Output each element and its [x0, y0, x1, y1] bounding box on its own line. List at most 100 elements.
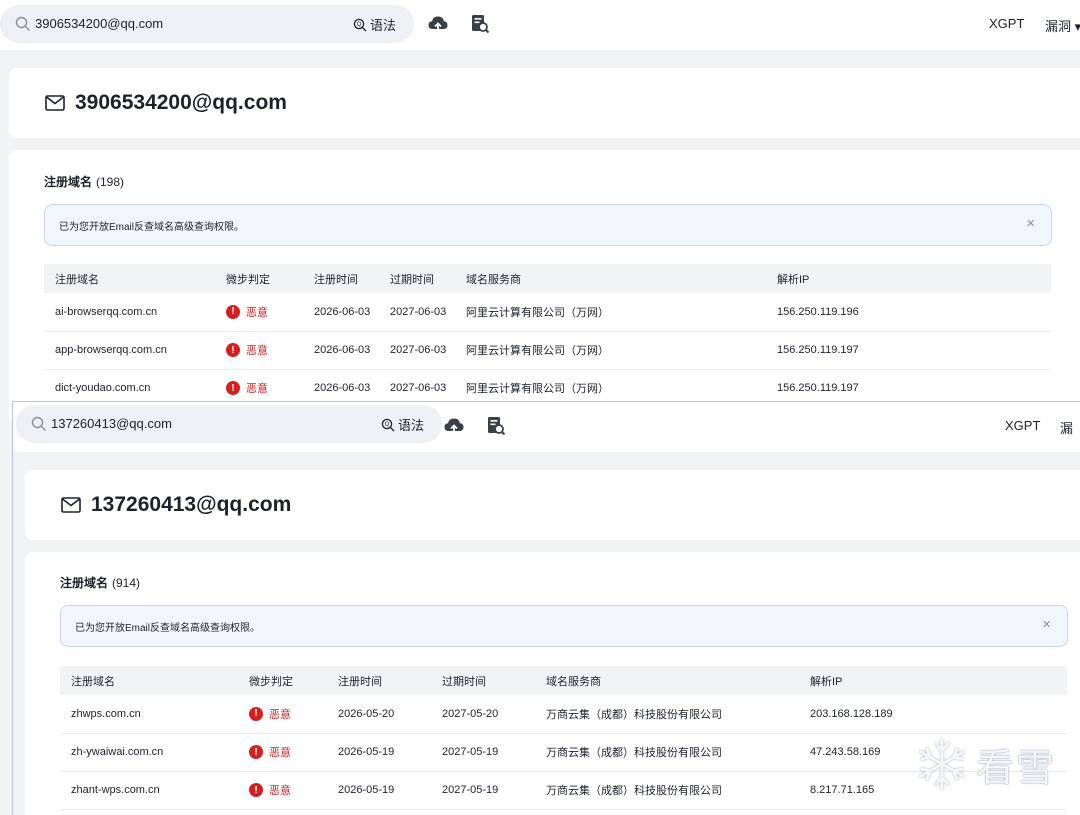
alert-icon: ! — [226, 381, 240, 395]
top-bar: Q 语法 XGPT 漏洞 ▾ — [0, 0, 1080, 50]
document-search-icon[interactable] — [469, 13, 491, 35]
registrar: 万商云集（成都）科技股份有限公司 — [535, 771, 799, 810]
section-title-text: 注册域名 — [44, 175, 93, 189]
malicious-badge: ! 恶意 — [226, 380, 268, 396]
section-title: 注册域名 (914) — [60, 574, 140, 591]
domain-table: 注册域名 微步判定 注册时间 过期时间 域名服务商 解析IP ai-browse… — [44, 264, 1051, 408]
verdict-label: 恶意 — [246, 306, 268, 319]
watermark: 看雪 — [914, 736, 1056, 792]
register-date: 2026-05-20 — [327, 695, 431, 734]
expire-date: 2027-05-19 — [431, 771, 535, 810]
screenshot-1: Q 语法 XGPT 漏洞 ▾ 3906534200@qq.com 注册域名(19… — [0, 0, 1080, 420]
document-search-icon[interactable] — [485, 415, 507, 437]
verdict-label: 恶意 — [269, 747, 291, 759]
verdict-label: 恶意 — [269, 785, 291, 797]
close-icon[interactable]: × — [1042, 616, 1051, 633]
table-row[interactable]: app-browserqq.com.cn ! 恶意 2026-06-03 2027… — [44, 331, 1051, 370]
syntax-button[interactable]: Q 语法 — [381, 415, 424, 434]
alert-icon: ! — [249, 745, 263, 759]
table-row[interactable]: zhwps.com.cn ! 恶意 2026-05-20 2027-05-20 万… — [60, 695, 1067, 734]
malicious-badge: ! 恶意 — [249, 782, 291, 798]
email-header-card: 137260413@qq.com — [25, 470, 1080, 540]
register-date: 2026-05-19 — [327, 733, 431, 772]
mail-icon — [45, 95, 65, 111]
email-header-card: 3906534200@qq.com — [9, 68, 1080, 138]
column-header[interactable]: 域名服务商 — [455, 264, 766, 293]
column-header[interactable]: 微步判定 — [215, 264, 303, 293]
column-header[interactable]: 解析IP — [799, 666, 1067, 695]
syntax-button[interactable]: Q 语法 — [353, 15, 396, 34]
register-date: 2026-06-03 — [303, 331, 379, 370]
xgpt-link[interactable]: XGPT — [989, 16, 1024, 31]
top-bar: Q 语法 XGPT 漏 — [13, 402, 1080, 452]
malicious-badge: ! 恶意 — [249, 706, 291, 722]
column-header[interactable]: 过期时间 — [379, 264, 455, 293]
domain-link[interactable]: zhant-wps.com.cn — [60, 771, 238, 810]
domain-link[interactable]: zhwps.com.cn — [60, 695, 238, 734]
email-address: 137260413@qq.com — [91, 493, 292, 516]
alert-icon: ! — [226, 304, 240, 319]
verdict-label: 恶意 — [246, 345, 268, 357]
malicious-badge: ! 恶意 — [249, 744, 291, 760]
domain-link[interactable]: zh-ywaiwai.com.cn — [60, 733, 238, 772]
column-header[interactable]: 解析IP — [766, 264, 1051, 293]
table-row[interactable]: ai-browserqq.com.cn ! 恶意 2026-06-03 2027-… — [44, 293, 1051, 332]
registrar: 万商云集（成都）科技股份有限公司 — [535, 733, 799, 772]
resolved-ip[interactable]: 156.250.119.196 — [766, 293, 1051, 332]
vuln-menu[interactable]: 漏 — [1060, 418, 1073, 437]
registrar: 阿里云计算有限公司（万网） — [455, 293, 766, 332]
table-header-row: 注册域名 微步判定 注册时间 过期时间 域名服务商 解析IP — [60, 666, 1067, 695]
register-date: 2026-05-19 — [327, 771, 431, 810]
close-icon[interactable]: × — [1026, 215, 1035, 232]
email-title: 137260413@qq.com — [61, 493, 291, 517]
column-header[interactable]: 域名服务商 — [535, 666, 799, 695]
search-input[interactable] — [35, 16, 335, 31]
search-input[interactable] — [51, 416, 351, 431]
malicious-badge: ! 恶意 — [226, 304, 268, 320]
section-title-text: 注册域名 — [60, 576, 109, 590]
section-title: 注册域名 (198) — [44, 173, 124, 190]
search-bar[interactable]: Q 语法 — [16, 405, 442, 443]
syntax-label: 语法 — [369, 18, 396, 33]
domain-count: (198) — [96, 175, 125, 189]
verdict-label: 恶意 — [246, 383, 268, 395]
search-syntax-icon: Q — [381, 418, 395, 431]
alert-icon: ! — [249, 783, 263, 797]
svg-text:Q: Q — [385, 421, 390, 428]
domain-link[interactable]: app-browserqq.com.cn — [44, 331, 215, 370]
email-address: 3906534200@qq.com — [75, 91, 287, 114]
xgpt-link[interactable]: XGPT — [1005, 418, 1040, 433]
column-header[interactable]: 微步判定 — [238, 666, 327, 695]
search-icon — [15, 16, 30, 31]
syntax-label: 语法 — [397, 418, 424, 433]
search-bar[interactable]: Q 语法 — [0, 5, 414, 43]
verdict-cell: ! 恶意 — [238, 771, 327, 810]
column-header[interactable]: 注册域名 — [44, 264, 215, 293]
alert-icon: ! — [226, 343, 240, 357]
verdict-label: 恶意 — [269, 708, 291, 721]
resolved-ip[interactable]: 156.250.119.197 — [766, 331, 1051, 370]
search-syntax-icon: Q — [353, 18, 367, 31]
column-header[interactable]: 注册时间 — [303, 264, 379, 293]
column-header[interactable]: 过期时间 — [431, 666, 535, 695]
verdict-cell: ! 恶意 — [215, 293, 303, 332]
upload-cloud-icon[interactable] — [427, 13, 449, 35]
mail-icon — [61, 497, 81, 513]
column-header[interactable]: 注册时间 — [327, 666, 431, 695]
permission-notice: 已为您开放Email反查域名高级查询权限。 × — [60, 605, 1068, 647]
domain-link[interactable]: ai-browserqq.com.cn — [44, 293, 215, 332]
notice-text: 已为您开放Email反查域名高级查询权限。 — [75, 623, 261, 634]
vuln-menu[interactable]: 漏洞 ▾ — [1045, 16, 1080, 35]
resolved-ip[interactable]: 203.168.128.189 — [799, 695, 1067, 734]
permission-notice: 已为您开放Email反查域名高级查询权限。 × — [44, 204, 1052, 246]
notice-text: 已为您开放Email反查域名高级查询权限。 — [59, 222, 245, 233]
column-header[interactable]: 注册域名 — [60, 666, 238, 695]
watermark-text: 看雪 — [976, 747, 1057, 790]
table-header-row: 注册域名 微步判定 注册时间 过期时间 域名服务商 解析IP — [44, 264, 1051, 293]
upload-cloud-icon[interactable] — [443, 415, 465, 437]
search-icon — [31, 416, 46, 431]
verdict-cell: ! 恶意 — [238, 695, 327, 734]
registrar: 万商云集（成都）科技股份有限公司 — [535, 695, 799, 734]
register-date: 2026-06-03 — [303, 293, 379, 332]
email-title: 3906534200@qq.com — [45, 91, 287, 115]
